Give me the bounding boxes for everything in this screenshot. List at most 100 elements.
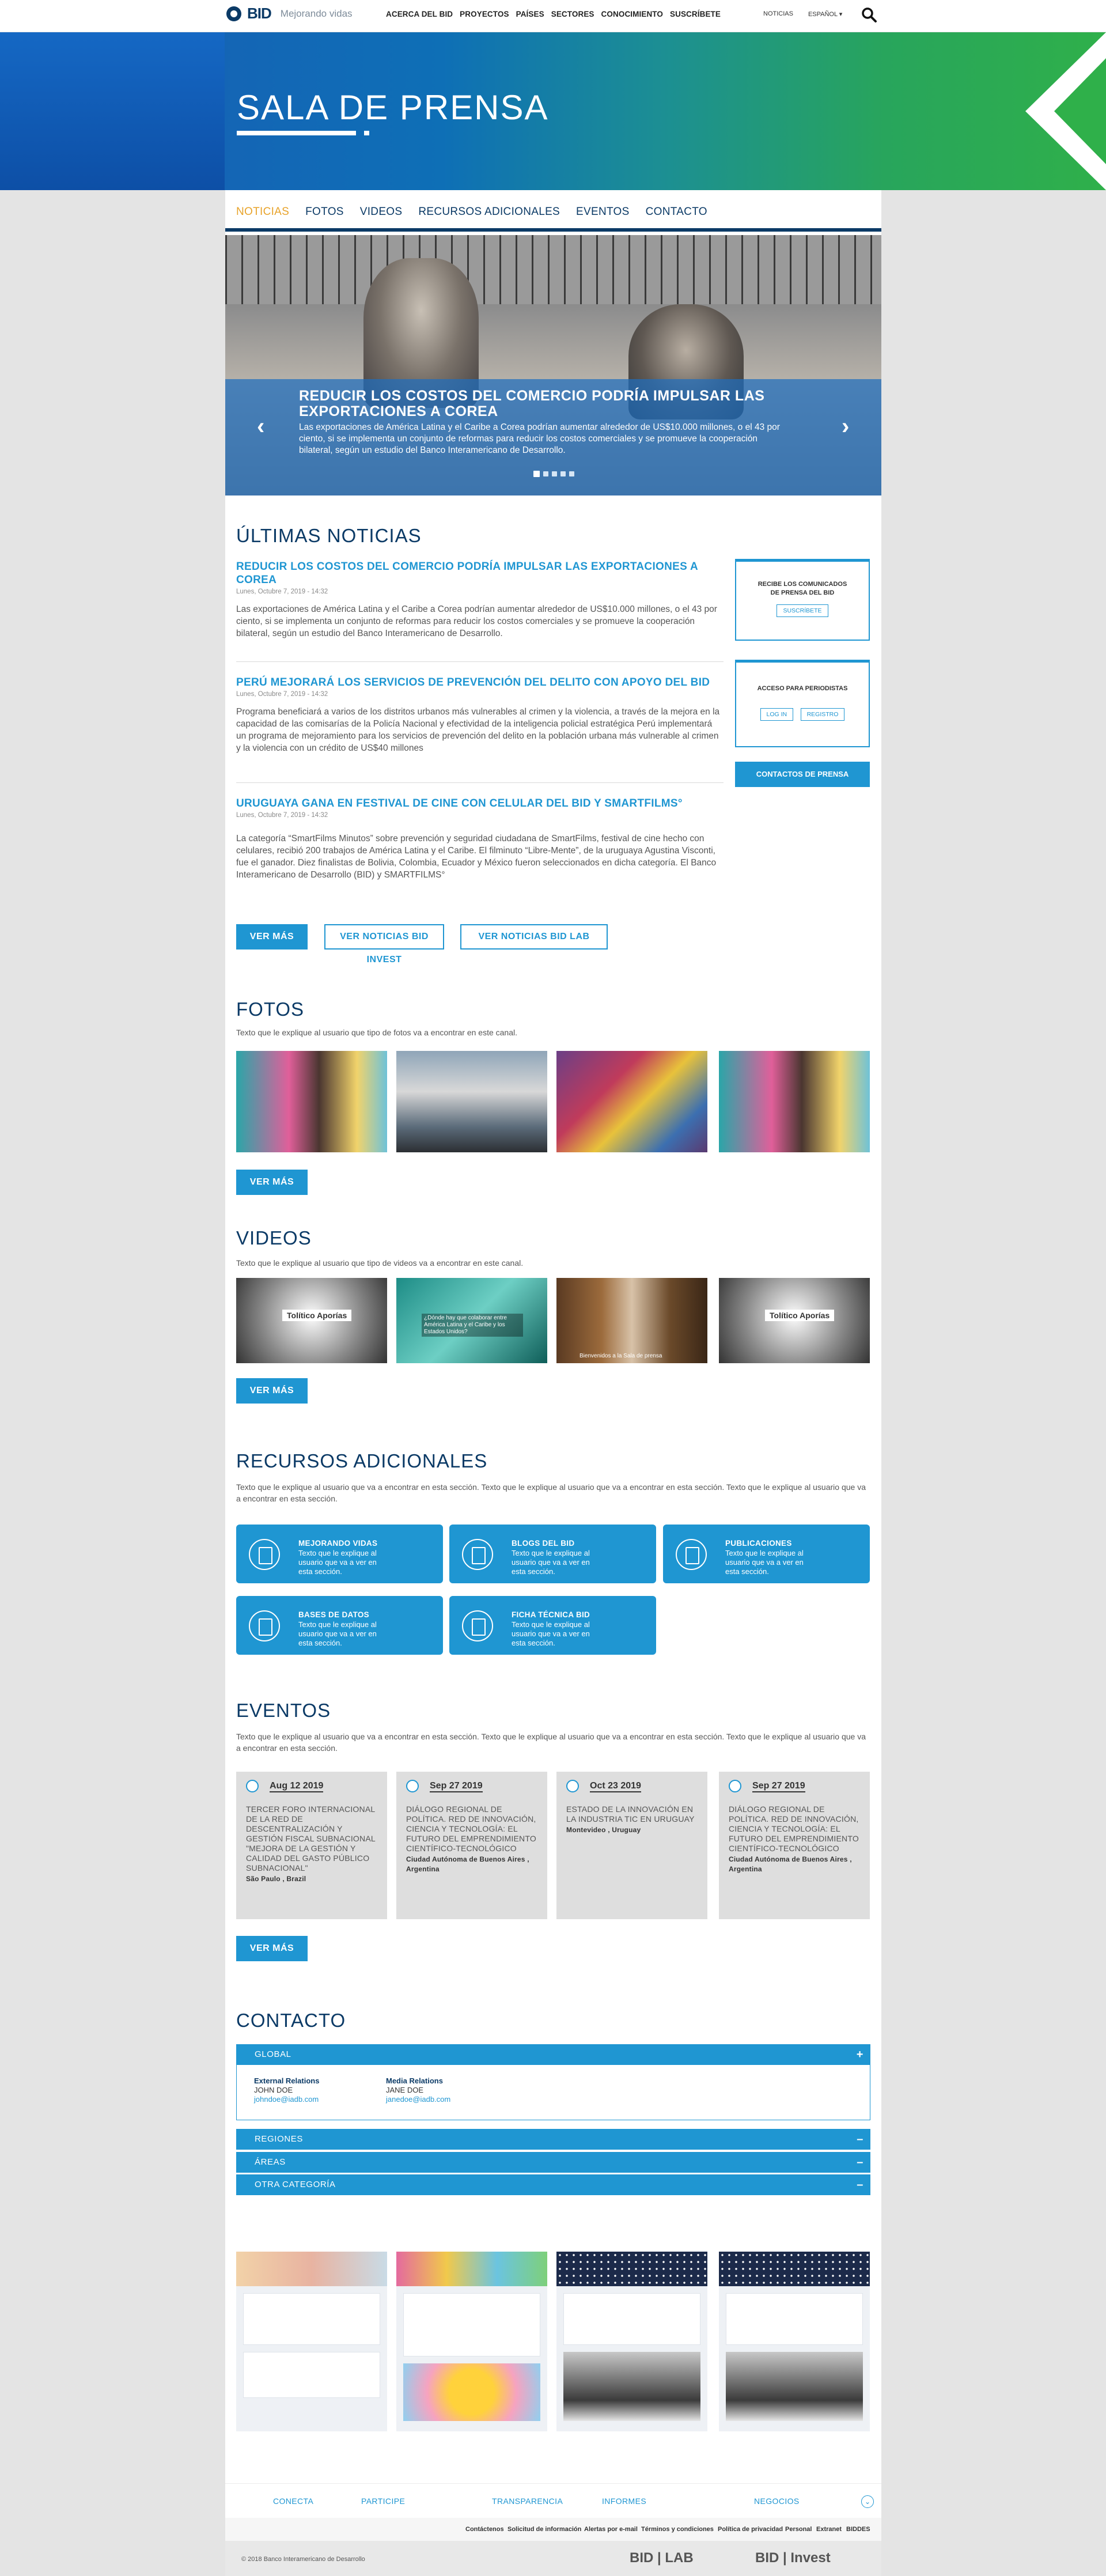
- footer-link-participe[interactable]: PARTICIPE: [361, 2496, 405, 2506]
- accordion-global[interactable]: GLOBAL +: [236, 2044, 870, 2065]
- tab-videos[interactable]: VIDEOS: [360, 206, 403, 218]
- event-card[interactable]: Aug 12 2019 TERCER FORO INTERNACIONAL DE…: [236, 1772, 387, 1919]
- footer-link[interactable]: Términos y condiciones: [641, 2526, 714, 2533]
- footer-link[interactable]: Solicitud de información: [507, 2526, 581, 2533]
- carousel-title[interactable]: REDUCIR LOS COSTOS DEL COMERCIO PODRÍA I…: [299, 388, 771, 419]
- photo-thumbnail[interactable]: [396, 1051, 547, 1152]
- nav-item-acerca[interactable]: ACERCA DEL BID: [386, 10, 453, 18]
- video-thumbnail[interactable]: Bienvenidos a la Sala de prensa: [556, 1278, 707, 1363]
- photo-thumbnail[interactable]: [236, 1051, 387, 1152]
- minus-icon[interactable]: –: [857, 2174, 863, 2195]
- news-title[interactable]: PERÚ MEJORARÁ LOS SERVICIOS DE PREVENCIÓ…: [236, 676, 724, 689]
- resource-card-ficha-tecnica[interactable]: FICHA TÉCNICA BID Texto que le explique …: [449, 1596, 656, 1655]
- tweet-card: [403, 2293, 540, 2356]
- footer-link[interactable]: Extranet: [816, 2526, 842, 2533]
- title-underline-dot: [364, 131, 369, 135]
- photos-more-button[interactable]: VER MÁS: [236, 1170, 308, 1195]
- event-place: Ciudad Autónoma de Buenos Aires , Argent…: [406, 1855, 529, 1873]
- resource-card-bases-datos[interactable]: BASES DE DATOS Texto que le explique al …: [236, 1596, 443, 1655]
- accordion-areas[interactable]: ÁREAS –: [236, 2152, 870, 2173]
- news-date: Lunes, Octubre 7, 2019 - 14:32: [236, 691, 328, 698]
- video-badge: Tolítico Aporías: [765, 1310, 835, 1321]
- page-title: SALA DE PRENSA: [237, 88, 549, 127]
- footer-link-informes[interactable]: INFORMES: [602, 2496, 646, 2506]
- nav-item-conocimiento[interactable]: CONOCIMIENTO: [601, 10, 663, 18]
- carousel-dot[interactable]: [569, 471, 574, 476]
- media-contact-email[interactable]: janedoe@iadb.com: [386, 2095, 450, 2104]
- resource-card-mejorando-vidas[interactable]: MEJORANDO VIDAS Texto que le explique al…: [236, 1525, 443, 1583]
- bid-invest-news-button[interactable]: VER NOTICIAS BID INVEST: [324, 924, 444, 964]
- press-contacts-button[interactable]: CONTACTOS DE PRENSA: [735, 762, 870, 787]
- minus-icon[interactable]: –: [857, 2129, 863, 2150]
- event-card[interactable]: Sep 27 2019 DIÁLOGO REGIONAL DE POLÍTICA…: [396, 1772, 547, 1919]
- carousel-dot[interactable]: [560, 471, 566, 476]
- carousel-dot[interactable]: [533, 471, 540, 477]
- login-button[interactable]: LOG IN: [760, 708, 794, 721]
- photo-thumbnail[interactable]: [556, 1051, 707, 1152]
- minus-icon[interactable]: –: [857, 2152, 863, 2173]
- nav-item-sectores[interactable]: SECTORES: [551, 10, 594, 18]
- register-button[interactable]: REGISTRO: [800, 708, 845, 721]
- event-card[interactable]: Sep 27 2019 DIÁLOGO REGIONAL DE POLÍTICA…: [719, 1772, 870, 1919]
- chevron-down-icon[interactable]: ⌄: [861, 2495, 874, 2508]
- footer-link[interactable]: Contáctenos: [465, 2526, 504, 2533]
- event-card[interactable]: Oct 23 2019 ESTADO DE LA INNOVACIÓN EN L…: [556, 1772, 707, 1919]
- footer-link-transparencia[interactable]: TRANSPARENCIA: [492, 2496, 563, 2506]
- carousel-dot[interactable]: [543, 471, 548, 476]
- video-thumbnail[interactable]: Tolítico Aporías: [719, 1278, 870, 1363]
- social-post[interactable]: [236, 2252, 387, 2431]
- events-more-button[interactable]: VER MÁS: [236, 1936, 308, 1961]
- accordion-global-panel: External Relations JOHN DOE johndoe@iadb…: [236, 2065, 870, 2120]
- news-heading: ÚLTIMAS NOTICIAS: [236, 525, 422, 546]
- resource-desc: Texto que le explique al usuario que va …: [512, 1620, 590, 1647]
- carousel-next-icon[interactable]: ›: [842, 414, 849, 440]
- bid-invest-logo[interactable]: BID | Invest: [755, 2550, 831, 2566]
- external-contact-email[interactable]: johndoe@iadb.com: [254, 2095, 319, 2104]
- language-select[interactable]: ESPAÑOL ▾: [808, 10, 842, 18]
- social-post[interactable]: [396, 2252, 547, 2431]
- footer-link[interactable]: Alertas por e-mail: [584, 2526, 638, 2533]
- footer-link[interactable]: Política de privacidad: [718, 2526, 783, 2533]
- bid-lab-news-button[interactable]: VER NOTICIAS BID LAB: [460, 924, 608, 950]
- bid-lab-logo[interactable]: BID | LAB: [630, 2550, 694, 2566]
- resource-card-publicaciones[interactable]: PUBLICACIONES Texto que le explique al u…: [663, 1525, 870, 1583]
- search-icon[interactable]: [861, 6, 878, 24]
- videos-more-button[interactable]: VER MÁS: [236, 1378, 308, 1404]
- tab-eventos[interactable]: EVENTOS: [576, 206, 630, 218]
- photos-subtitle: Texto que le explique al usuario que tip…: [236, 1028, 517, 1037]
- nav-item-proyectos[interactable]: PROYECTOS: [460, 10, 509, 18]
- nav-item-suscribete[interactable]: SUSCRÍBETE: [670, 10, 721, 18]
- resource-card-blogs[interactable]: BLOGS DEL BID Texto que le explique al u…: [449, 1525, 656, 1583]
- photo-thumbnail[interactable]: [719, 1051, 870, 1152]
- footer-link-conecta[interactable]: CONECTA: [273, 2496, 313, 2506]
- news-title[interactable]: REDUCIR LOS COSTOS DEL COMERCIO PODRÍA I…: [236, 560, 724, 587]
- social-post[interactable]: [719, 2252, 870, 2431]
- calendar-icon: [246, 1780, 259, 1792]
- social-post[interactable]: [556, 2252, 707, 2431]
- footer-link[interactable]: Personal: [785, 2526, 812, 2533]
- tweet-card: [243, 2352, 380, 2398]
- news-title[interactable]: URUGUAYA GANA EN FESTIVAL DE CINE CON CE…: [236, 797, 724, 810]
- util-noticias[interactable]: NOTICIAS: [763, 10, 793, 18]
- footer-link[interactable]: BIDDES: [846, 2526, 870, 2533]
- carousel-prev-icon[interactable]: ‹: [257, 414, 264, 440]
- tab-contacto[interactable]: CONTACTO: [646, 206, 707, 218]
- event-place: Montevideo , Uruguay: [566, 1826, 641, 1834]
- subscribe-button[interactable]: SUSCRÍBETE: [777, 604, 828, 617]
- bid-logo[interactable]: BID Mejorando vidas: [226, 5, 353, 22]
- video-thumbnail[interactable]: ¿Dónde hay que colaborar entre América L…: [396, 1278, 547, 1363]
- accordion-regiones[interactable]: REGIONES –: [236, 2129, 870, 2150]
- plus-icon[interactable]: +: [857, 2044, 863, 2065]
- accordion-otra-categoria[interactable]: OTRA CATEGORÍA –: [236, 2174, 870, 2195]
- footer-link-negocios[interactable]: NEGOCIOS: [754, 2496, 800, 2506]
- news-more-button[interactable]: VER MÁS: [236, 924, 308, 950]
- calendar-icon: [406, 1780, 419, 1792]
- tab-noticias[interactable]: NOTICIAS: [236, 206, 289, 218]
- nav-item-paises[interactable]: PAÍSES: [516, 10, 544, 18]
- video-thumbnail[interactable]: Tolítico Aporías: [236, 1278, 387, 1363]
- carousel-dot[interactable]: [552, 471, 557, 476]
- divider: [236, 661, 724, 662]
- tab-fotos[interactable]: FOTOS: [305, 206, 344, 218]
- news-carousel[interactable]: REDUCIR LOS COSTOS DEL COMERCIO PODRÍA I…: [225, 235, 881, 495]
- tab-recursos[interactable]: RECURSOS ADICIONALES: [418, 206, 560, 218]
